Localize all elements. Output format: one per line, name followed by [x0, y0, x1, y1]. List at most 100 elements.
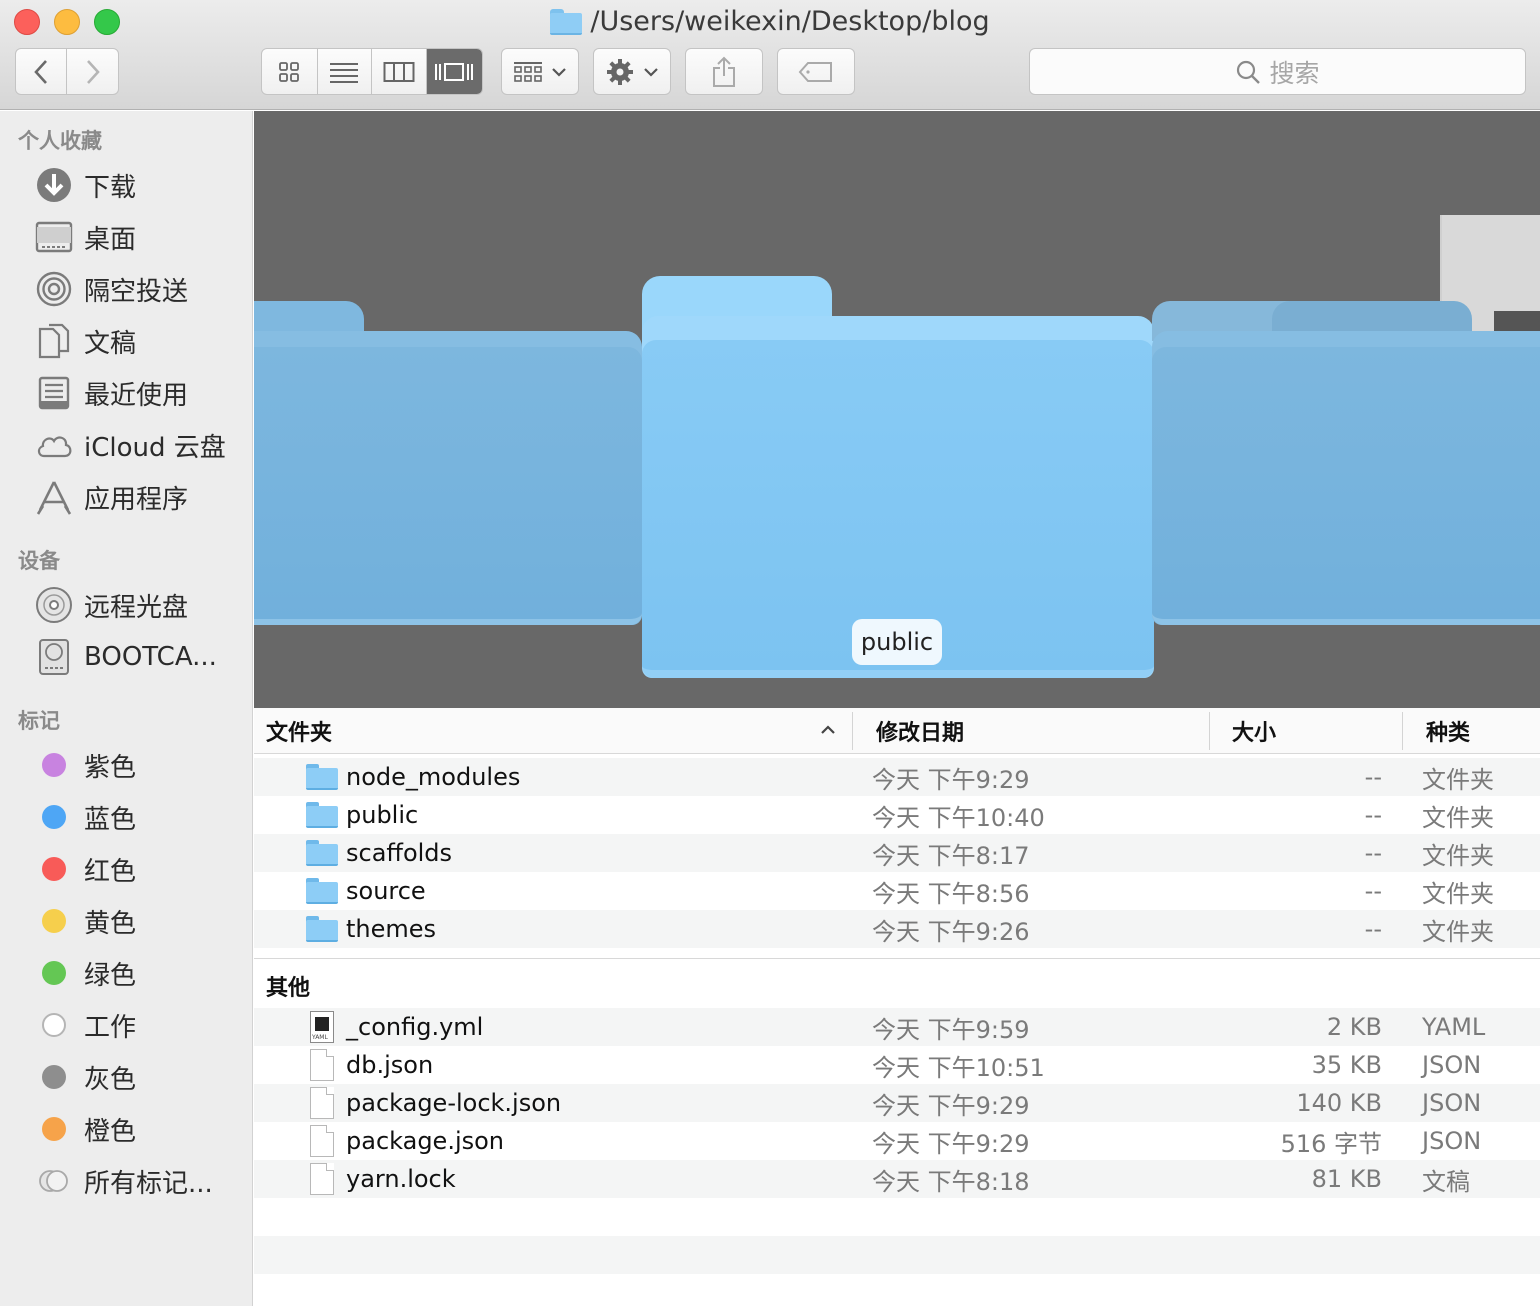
- sidebar-tag-all[interactable]: 所有标记...: [34, 1159, 213, 1203]
- tag-button[interactable]: [777, 48, 855, 95]
- sidebar: 个人收藏 下载 桌面 隔空投送 文稿 最近使用 iCloud 云盘 应用程序 设…: [0, 111, 253, 1306]
- sidebar-item-applications[interactable]: 应用程序: [34, 475, 188, 519]
- sidebar-item-desktop[interactable]: 桌面: [34, 215, 136, 259]
- row-name: yarn.lock: [346, 1165, 456, 1193]
- share-button[interactable]: [685, 48, 763, 95]
- column-divider[interactable]: [1209, 712, 1210, 750]
- column-header-kind[interactable]: 种类: [1426, 708, 1470, 754]
- table-row[interactable]: YAML _config.yml 今天 下午9:59 2 KB YAML: [254, 1008, 1540, 1046]
- sidebar-item-label: 黄色: [84, 908, 137, 939]
- column-header-name[interactable]: 文件夹: [266, 708, 332, 754]
- tag-dot-icon: [34, 745, 74, 785]
- row-kind: 文件夹: [1422, 879, 1494, 908]
- search-field[interactable]: 搜索: [1029, 48, 1526, 95]
- coverflow-view[interactable]: public: [254, 111, 1540, 708]
- file-list: 文件夹 修改日期 大小 种类 node_modules 今天 下午9:29 --…: [254, 708, 1540, 1306]
- sidebar-item-label: 下载: [84, 172, 137, 203]
- column-divider[interactable]: [852, 712, 853, 750]
- row-size: 140 KB: [1296, 1089, 1382, 1117]
- chevron-up-icon[interactable]: [820, 724, 836, 736]
- list-view-button[interactable]: [318, 49, 372, 94]
- view-mode-control: [261, 48, 483, 95]
- column-header-date[interactable]: 修改日期: [876, 708, 964, 754]
- table-row[interactable]: package.json 今天 下午9:29 516 字节 JSON: [254, 1122, 1540, 1160]
- table-row[interactable]: node_modules 今天 下午9:29 -- 文件夹: [254, 758, 1540, 796]
- chevron-down-icon: [644, 67, 658, 77]
- folder-icon: [550, 8, 583, 35]
- sidebar-item-bootcamp[interactable]: BOOTCA...: [34, 635, 217, 679]
- recents-icon: [34, 373, 74, 413]
- sidebar-item-documents[interactable]: 文稿: [34, 319, 136, 363]
- folder-icon: [306, 916, 338, 942]
- row-kind: 文稿: [1422, 1167, 1470, 1196]
- remote-disc-icon: [34, 585, 74, 625]
- sidebar-item-label: 远程光盘: [84, 592, 189, 623]
- icon-view-button[interactable]: [262, 49, 318, 94]
- row-size: --: [1364, 839, 1382, 867]
- tag-dot-icon: [34, 901, 74, 941]
- table-row[interactable]: public 今天 下午10:40 -- 文件夹: [254, 796, 1540, 834]
- column-divider[interactable]: [1402, 712, 1403, 750]
- sidebar-item-airdrop[interactable]: 隔空投送: [34, 267, 188, 311]
- sidebar-tag-gray[interactable]: 灰色: [34, 1055, 136, 1099]
- sidebar-tag-yellow[interactable]: 黄色: [34, 899, 136, 943]
- sidebar-tag-purple[interactable]: 紫色: [34, 743, 136, 787]
- column-view-button[interactable]: [372, 49, 427, 94]
- sidebar-item-label: 灰色: [84, 1064, 137, 1095]
- sidebar-tag-red[interactable]: 红色: [34, 847, 136, 891]
- row-name: db.json: [346, 1051, 434, 1079]
- empty-row: [254, 1198, 1540, 1236]
- table-row[interactable]: scaffolds 今天 下午8:17 -- 文件夹: [254, 834, 1540, 872]
- table-row[interactable]: package-lock.json 今天 下午9:29 140 KB JSON: [254, 1084, 1540, 1122]
- table-row[interactable]: yarn.lock 今天 下午8:18 81 KB 文稿: [254, 1160, 1540, 1198]
- gear-icon: [607, 58, 633, 85]
- column-header-size[interactable]: 大小: [1232, 708, 1276, 754]
- tag-icon: [798, 61, 832, 82]
- sidebar-item-label: 红色: [84, 856, 137, 887]
- sidebar-item-recents[interactable]: 最近使用: [34, 371, 188, 415]
- sidebar-item-label: 桌面: [84, 224, 137, 255]
- coverflow-folder-right[interactable]: [1152, 301, 1540, 627]
- sidebar-item-label: 文稿: [84, 328, 137, 359]
- row-name: themes: [346, 915, 437, 943]
- row-name: package.json: [346, 1127, 505, 1155]
- row-date: 今天 下午8:17: [872, 841, 1030, 870]
- action-menu-button[interactable]: [593, 48, 671, 95]
- row-kind: 文件夹: [1422, 841, 1494, 870]
- back-button[interactable]: [16, 49, 68, 94]
- table-row[interactable]: themes 今天 下午9:26 -- 文件夹: [254, 910, 1540, 948]
- navigation-buttons: [15, 48, 119, 95]
- sidebar-item-remote-disc[interactable]: 远程光盘: [34, 583, 188, 627]
- table-row[interactable]: db.json 今天 下午10:51 35 KB JSON: [254, 1046, 1540, 1084]
- row-date: 今天 下午9:59: [872, 1015, 1030, 1044]
- group-header-other: 其他: [266, 976, 311, 1001]
- group-divider: [254, 958, 1540, 959]
- sidebar-tag-green[interactable]: 绿色: [34, 951, 136, 995]
- forward-button[interactable]: [67, 49, 118, 94]
- chevron-left-icon: [34, 59, 47, 84]
- coverflow-view-button[interactable]: [426, 49, 482, 94]
- folder-icon: [306, 802, 338, 828]
- sidebar-tag-blue[interactable]: 蓝色: [34, 795, 136, 839]
- sidebar-item-label: 最近使用: [84, 380, 189, 411]
- table-row[interactable]: source 今天 下午8:56 -- 文件夹: [254, 872, 1540, 910]
- sidebar-item-icloud[interactable]: iCloud 云盘: [34, 423, 226, 467]
- sidebar-tag-orange[interactable]: 橙色: [34, 1107, 136, 1151]
- all-tags-icon: [34, 1161, 74, 1201]
- sidebar-item-downloads[interactable]: 下载: [34, 163, 136, 207]
- coverflow-selected-label: public: [852, 619, 942, 665]
- sidebar-item-label: 蓝色: [84, 804, 137, 835]
- row-name: scaffolds: [346, 839, 453, 867]
- row-kind: JSON: [1422, 1089, 1482, 1117]
- sidebar-tag-work[interactable]: 工作: [34, 1003, 136, 1047]
- row-date: 今天 下午10:40: [872, 803, 1045, 832]
- window-title-area: /Users/weikexin/Desktop/blog: [0, 6, 1540, 37]
- folder-icon: [306, 764, 338, 790]
- row-kind: 文件夹: [1422, 765, 1494, 794]
- group-by-button[interactable]: [501, 48, 579, 95]
- coverflow-folder-left[interactable]: [254, 301, 642, 627]
- row-size: 35 KB: [1311, 1051, 1382, 1079]
- coverflow-folder-selected[interactable]: [642, 276, 1154, 678]
- column-view-icon: [383, 61, 415, 82]
- sidebar-header-tags: 标记: [18, 709, 60, 733]
